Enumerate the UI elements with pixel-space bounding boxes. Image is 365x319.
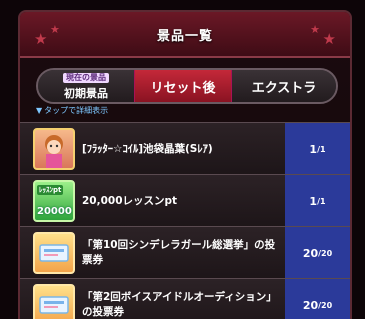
tab-after-reset[interactable]: リセット後 xyxy=(134,70,232,102)
lesson-pt-icon: ﾚｯｽﾝpt 20000 xyxy=(33,180,75,222)
item-name: 「第2回ボイスアイドルオーディション」の投票券 xyxy=(82,291,277,318)
item-name: 20,000レッスンpt xyxy=(82,194,178,207)
page-title: 景品一覧 xyxy=(156,29,213,44)
list-item[interactable]: 「第10回シンデレラガール総選挙」の投票券 20/20 xyxy=(20,226,350,279)
item-quantity: 1/1 xyxy=(285,175,350,227)
panel-header: ★ ★ ★ ★ 景品一覧 xyxy=(20,12,350,58)
triangle-down-icon: ▼ xyxy=(36,106,43,115)
tab-label: エクストラ xyxy=(251,80,317,96)
item-quantity: 20/20 xyxy=(285,227,350,279)
tap-hint: ▼ タップで詳細表示 xyxy=(36,105,108,116)
ticket-icon xyxy=(33,284,75,319)
prize-tabs: 現在の景品 初期景品 リセット後 エクストラ xyxy=(36,68,338,104)
list-item[interactable]: ﾚｯｽﾝpt 20000 20,000レッスンpt 1/1 xyxy=(20,174,350,227)
prize-list-panel: ★ ★ ★ ★ 景品一覧 現在の景品 初期景品 リセット後 エクストラ ▼ タップ… xyxy=(18,10,352,319)
current-prize-badge: 現在の景品 xyxy=(63,72,109,83)
hint-text: タップで詳細表示 xyxy=(44,106,109,115)
list-item[interactable]: 「第2回ボイスアイドルオーディション」の投票券 20/20 xyxy=(20,278,350,319)
item-quantity: 20/20 xyxy=(285,279,350,319)
icon-caption: ﾚｯｽﾝpt xyxy=(37,185,64,195)
list-item[interactable]: [ﾌﾗｯﾀｰ☆ｺｲﾙ]池袋晶葉(Sﾚｱ) 1/1 xyxy=(20,122,350,175)
idol-card-icon xyxy=(33,128,75,170)
item-name: [ﾌﾗｯﾀｰ☆ｺｲﾙ]池袋晶葉(Sﾚｱ) xyxy=(82,142,213,155)
tab-label: 初期景品 xyxy=(64,86,108,100)
ticket-icon xyxy=(33,232,75,274)
item-quantity: 1/1 xyxy=(285,123,350,175)
tab-initial-prizes[interactable]: 現在の景品 初期景品 xyxy=(38,70,134,102)
item-name: 「第10回シンデレラガール総選挙」の投票券 xyxy=(82,239,276,266)
icon-amount: 20000 xyxy=(37,206,72,217)
tab-extra[interactable]: エクストラ xyxy=(232,70,336,102)
tab-label: リセット後 xyxy=(150,80,216,96)
